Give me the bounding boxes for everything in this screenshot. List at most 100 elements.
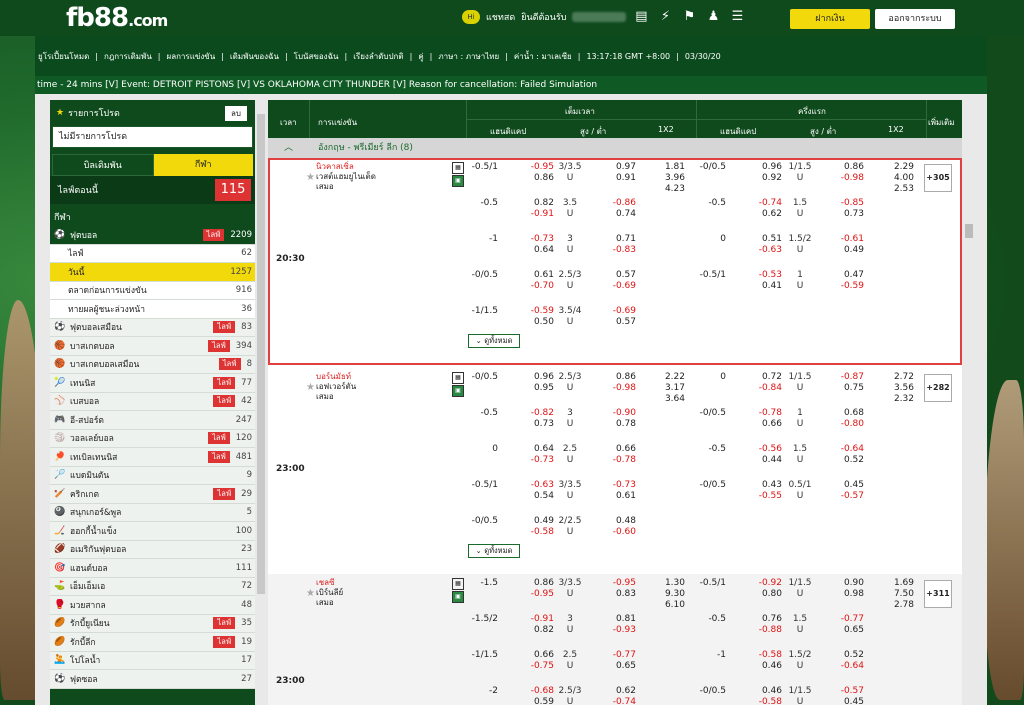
deposit-button[interactable]: ฝากเงิน xyxy=(790,9,870,29)
odds-cell[interactable]: -0.75 xyxy=(520,661,554,672)
odds-cell[interactable]: -0.95 xyxy=(602,578,636,589)
odds-cell[interactable]: -0.92 xyxy=(748,578,782,589)
odds-cell[interactable]: -0.55 xyxy=(748,491,782,502)
stats-icon[interactable]: ▦ xyxy=(452,372,464,384)
odds-cell[interactable]: -0.93 xyxy=(602,625,636,636)
odds-cell[interactable]: -0.95 xyxy=(520,162,554,173)
collapse-icon[interactable]: ︿ xyxy=(284,138,293,158)
sidebar-subitem-0[interactable]: ไลฟ์ 62 xyxy=(50,244,255,263)
nav-item-4[interactable]: โบนัสของฉัน xyxy=(291,50,342,63)
odds-cell[interactable]: 0.86 xyxy=(602,372,636,383)
odds-cell[interactable]: -0.69 xyxy=(602,306,636,317)
stats-icon[interactable]: ▦ xyxy=(452,162,464,174)
odds-cell[interactable]: 0.82 xyxy=(520,198,554,209)
odds-cell[interactable]: 0.95 xyxy=(520,383,554,394)
nav-item-2[interactable]: ผลการแข่งขัน xyxy=(164,50,219,63)
odds-cell[interactable]: -0.80 xyxy=(830,419,864,430)
sidebar-scrollbar[interactable] xyxy=(257,114,265,594)
odds-cell[interactable]: 3.56 xyxy=(882,383,914,394)
odds-cell[interactable]: 0.52 xyxy=(830,455,864,466)
odds-cell[interactable]: -0.63 xyxy=(748,245,782,256)
odds-cell[interactable]: -0.56 xyxy=(748,444,782,455)
odds-cell[interactable]: 3.64 xyxy=(653,394,685,405)
sidebar-item-sport-3[interactable]: 🎾 เทนนิส ไลฟ์ 77 xyxy=(50,374,255,393)
sidebar-item-sport-16[interactable]: 🏉 รักบี้ยูเนียน ไลฟ์ 35 xyxy=(50,614,255,633)
odds-cell[interactable]: 0.57 xyxy=(602,317,636,328)
odds-cell[interactable]: -0.74 xyxy=(748,198,782,209)
odds-cell[interactable]: 0.46 xyxy=(748,686,782,697)
odds-cell[interactable]: 3.96 xyxy=(653,173,685,184)
odds-cell[interactable]: 0.65 xyxy=(830,625,864,636)
odds-cell[interactable]: -0.91 xyxy=(520,209,554,220)
odds-cell[interactable]: 2.78 xyxy=(882,600,914,611)
live-now-row[interactable]: ไลฟ์ตอนนี้ 115 xyxy=(50,176,255,204)
odds-cell[interactable]: -0.98 xyxy=(830,173,864,184)
tab-betslip[interactable]: บิลเดิมพัน xyxy=(52,154,154,176)
sidebar-item-sport-6[interactable]: 🏐 วอลเลย์บอล ไลฟ์ 120 xyxy=(50,429,255,448)
odds-cell[interactable]: 0.73 xyxy=(830,209,864,220)
sidebar-item-sport-2[interactable]: 🏀 บาสเกตบอลเสมือน ไลฟ์ 8 xyxy=(50,355,255,374)
odds-cell[interactable]: 9.30 xyxy=(653,589,685,600)
sidebar-item-sport-15[interactable]: 🥊 มวยสากล 48 xyxy=(50,596,255,615)
odds-cell[interactable]: 1.81 xyxy=(653,162,685,173)
odds-cell[interactable]: 0.45 xyxy=(830,697,864,705)
odds-cell[interactable]: 0.64 xyxy=(520,444,554,455)
favorite-star-icon[interactable]: ★ xyxy=(306,172,315,183)
logout-button[interactable]: ออกจากระบบ xyxy=(875,9,955,29)
sidebar-item-sport-7[interactable]: 🏓 เทเบิลเทนนิส ไลฟ์ 481 xyxy=(50,448,255,467)
home-team[interactable]: นิวคาสเซิ่ล xyxy=(316,162,376,172)
sidebar-item-sport-11[interactable]: 🏒 ฮอกกี้น้ำแข็ง 100 xyxy=(50,522,255,541)
home-team[interactable]: บอร์นมัธท์ xyxy=(316,372,356,382)
odds-cell[interactable]: 0.64 xyxy=(520,245,554,256)
refresh-icon[interactable]: ⚡ xyxy=(656,9,674,24)
live-tv-icon[interactable]: ▣ xyxy=(452,175,464,187)
odds-cell[interactable]: 0.81 xyxy=(602,614,636,625)
sidebar-subitem-3[interactable]: ทายผลผู้ชนะล่วงหน้า 36 xyxy=(50,300,255,319)
live-chat-link[interactable]: แชทสด xyxy=(486,10,515,24)
odds-cell[interactable]: -0.73 xyxy=(602,480,636,491)
odds-cell[interactable]: -0.63 xyxy=(520,480,554,491)
odds-cell[interactable]: 2.32 xyxy=(882,394,914,405)
odds-cell[interactable]: 0.92 xyxy=(748,173,782,184)
sidebar-item-sport-10[interactable]: 🎱 สนุกเกอร์&พูล 5 xyxy=(50,503,255,522)
profile-icon[interactable]: ♟ xyxy=(704,9,722,24)
sidebar-subitem-1[interactable]: วันนี้ 1257 xyxy=(50,263,255,282)
more-markets-button[interactable]: +305 xyxy=(924,164,952,192)
list-icon[interactable]: ☰ xyxy=(728,9,746,24)
odds-cell[interactable]: -0.90 xyxy=(602,408,636,419)
odds-cell[interactable]: -0.73 xyxy=(520,234,554,245)
odds-cell[interactable]: 0.74 xyxy=(602,209,636,220)
odds-cell[interactable]: -0.53 xyxy=(748,270,782,281)
favorite-star-icon[interactable]: ★ xyxy=(306,382,315,393)
sidebar-item-football[interactable]: ⚽ ฟุตบอล ไลฟ์ 2209 xyxy=(50,226,255,245)
odds-cell[interactable]: 0.49 xyxy=(830,245,864,256)
sidebar-item-sport-14[interactable]: ⛳ เอ็มเอ็มเอ 72 xyxy=(50,577,255,596)
chat-icon[interactable]: Hi xyxy=(462,9,480,24)
odds-cell[interactable]: 0.72 xyxy=(748,372,782,383)
odds-cell[interactable]: 2.53 xyxy=(882,184,914,195)
odds-cell[interactable]: -0.74 xyxy=(602,697,636,705)
odds-cell[interactable]: 0.46 xyxy=(748,661,782,672)
odds-cell[interactable]: -0.57 xyxy=(830,491,864,502)
odds-cell[interactable]: -0.88 xyxy=(748,625,782,636)
odds-cell[interactable]: 0.43 xyxy=(748,480,782,491)
more-markets-button[interactable]: +282 xyxy=(924,374,952,402)
odds-cell[interactable]: 0.62 xyxy=(602,686,636,697)
odds-cell[interactable]: 6.10 xyxy=(653,600,685,611)
odds-cell[interactable]: -0.59 xyxy=(520,306,554,317)
odds-cell[interactable]: 4.00 xyxy=(882,173,914,184)
odds-cell[interactable]: -0.60 xyxy=(602,527,636,538)
expand-button[interactable]: ⌄ ดูทั้งหมด xyxy=(468,334,520,348)
nav-item-0[interactable]: ยูโรเปี้ยนโหมด xyxy=(35,50,92,63)
more-markets-button[interactable]: +311 xyxy=(924,580,952,608)
odds-cell[interactable]: 0.75 xyxy=(830,383,864,394)
odds-cell[interactable]: 7.50 xyxy=(882,589,914,600)
odds-cell[interactable]: -0.78 xyxy=(602,455,636,466)
odds-cell[interactable]: -0.85 xyxy=(830,198,864,209)
odds-cell[interactable]: -0.68 xyxy=(520,686,554,697)
odds-cell[interactable]: 0.66 xyxy=(748,419,782,430)
odds-cell[interactable]: 0.97 xyxy=(602,162,636,173)
odds-cell[interactable]: 0.73 xyxy=(520,419,554,430)
expand-button[interactable]: ⌄ ดูทั้งหมด xyxy=(468,544,520,558)
odds-cell[interactable]: 0.82 xyxy=(520,625,554,636)
